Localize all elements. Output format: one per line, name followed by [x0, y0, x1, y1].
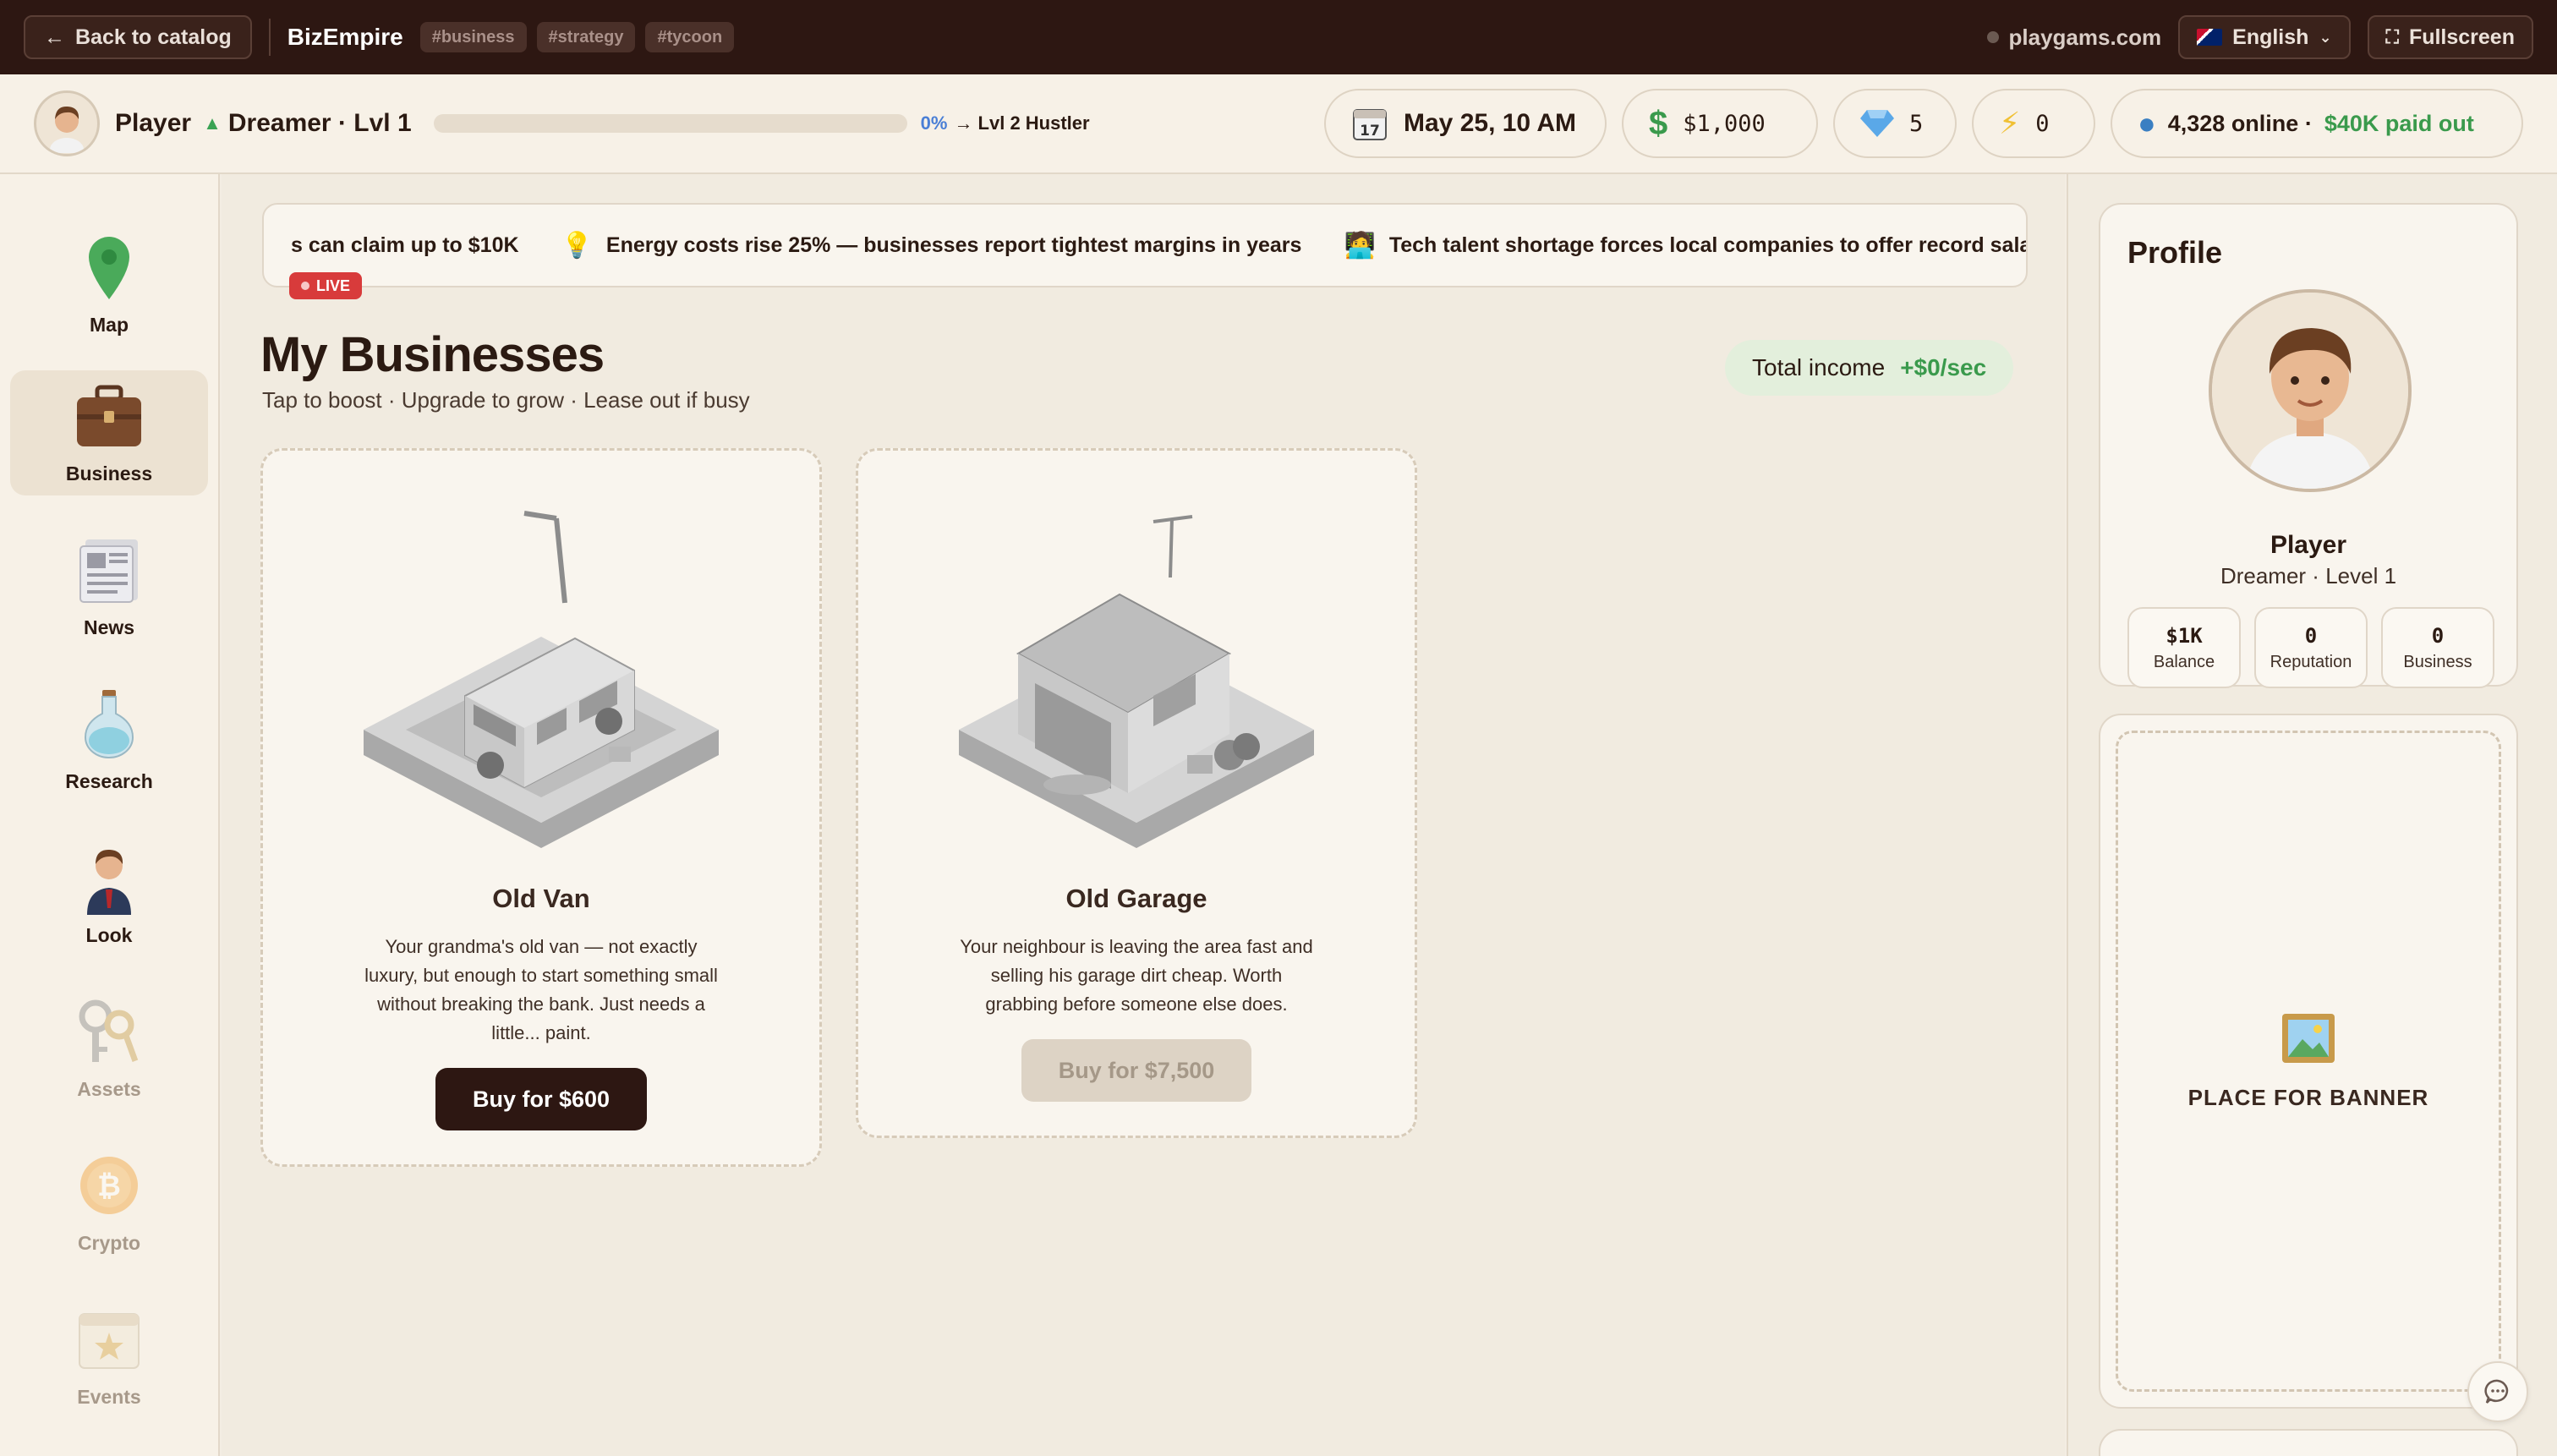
live-dot-icon	[301, 282, 309, 290]
diamond-icon	[1860, 110, 1894, 137]
ticker-item: 🧑‍💻 Tech talent shortage forces local co…	[1344, 231, 2028, 260]
ticker-item: 💡 Energy costs rise 25% — businesses rep…	[561, 231, 1302, 260]
profile-title: Profile	[2127, 235, 2223, 270]
calendar-star-icon	[71, 1301, 147, 1377]
news-ticker[interactable]: s can claim up to $10K 💡 Energy costs ri…	[262, 203, 2028, 287]
card-description: Your neighbour is leaving the area fast …	[960, 936, 1313, 1015]
profile-card: Profile Player Dreamer · Level 1 $1K Bal…	[2099, 203, 2518, 688]
flask-icon	[71, 686, 147, 762]
stat-reputation: 0 Reputation	[2254, 607, 2368, 688]
framed-picture-icon	[2282, 1013, 2335, 1063]
money-pill[interactable]: $ $1,000	[1622, 89, 1818, 158]
chat-button[interactable]	[2467, 1361, 2528, 1422]
globe-icon: ●	[2138, 106, 2156, 140]
stat-balance: $1K Balance	[2127, 607, 2241, 688]
player-rank: Dreamer · Lvl 1	[227, 109, 412, 137]
tag-business[interactable]: #business	[419, 22, 527, 52]
fullscreen-button[interactable]: ⛶ Fullscreen	[2367, 15, 2533, 59]
profile-rank: Dreamer · Level 1	[2220, 563, 2397, 588]
uk-flag-icon	[2197, 29, 2223, 46]
tag-strategy[interactable]: #strategy	[536, 22, 636, 52]
top-bar: ← Back to catalog BizEmpire #business #s…	[0, 0, 2557, 74]
old-garage-illustration	[959, 515, 1314, 848]
card-title: Old Garage	[1065, 884, 1207, 913]
language-select[interactable]: English ⌄	[2178, 15, 2351, 59]
page-title: My Businesses	[260, 327, 605, 382]
player-bar: Player ▲ Dreamer · Lvl 1 0% → Lvl 2 Hust…	[0, 74, 2557, 174]
player-avatar-icon	[37, 94, 96, 153]
briefcase-icon	[71, 378, 147, 454]
status-dot-icon	[1986, 31, 1999, 43]
svg-text:₿: ₿	[97, 1169, 121, 1203]
total-income-badge: Total income +$0/sec	[1725, 340, 2014, 396]
lightbulb-icon: 💡	[561, 231, 593, 260]
profile-name: Player	[2270, 531, 2347, 559]
arrow-left-icon: ←	[44, 25, 65, 49]
fullscreen-icon: ⛶	[2385, 26, 2399, 47]
player-name: Player	[115, 109, 192, 137]
avatar[interactable]	[2209, 289, 2412, 492]
page-subtitle: Tap to boost · Upgrade to grow · Lease o…	[262, 387, 750, 413]
calendar-icon: 17	[1353, 109, 1387, 140]
old-van-illustration	[364, 511, 719, 848]
energy-pill[interactable]: ⚡ 0	[1972, 89, 2095, 158]
main-content: s can claim up to $10K 💡 Energy costs ri…	[222, 174, 2065, 1456]
technologist-icon: 🧑‍💻	[1344, 231, 1376, 260]
calendar-day: 17	[1360, 123, 1380, 140]
sidebar-item-crypto[interactable]: ₿ Crypto	[10, 1140, 208, 1265]
xp-next-level: → Lvl 2 Hustler	[954, 112, 1090, 134]
back-to-catalog-button[interactable]: ← Back to catalog	[24, 15, 252, 59]
stat-business: 0 Business	[2381, 607, 2494, 688]
chevron-down-icon: ⌄	[2319, 28, 2332, 46]
sidebar-item-look[interactable]: Look	[10, 832, 208, 957]
sidebar-item-events[interactable]: Events	[10, 1294, 208, 1419]
card-title: Old Van	[492, 884, 590, 913]
sidebar-item-business[interactable]: Business	[10, 370, 208, 495]
date-pill[interactable]: 17 May 25, 10 AM	[1324, 89, 1607, 158]
tag-tycoon[interactable]: #tycoon	[645, 22, 735, 52]
next-card	[2099, 1429, 2518, 1456]
ticker-item: s can claim up to $10K	[291, 233, 519, 257]
live-badge: LIVE	[289, 272, 363, 299]
right-panel: Profile Player Dreamer · Level 1 $1K Bal…	[2067, 174, 2557, 1456]
buy-old-van-button[interactable]: Buy for $600	[435, 1068, 648, 1130]
xp-percent: 0%	[920, 112, 948, 134]
business-card-old-garage[interactable]: Old Garage Your neighbour is leaving the…	[856, 448, 1417, 1138]
chat-bubble-icon	[2484, 1379, 2509, 1404]
card-description: Your grandma's old van — not exactly lux…	[364, 936, 718, 1043]
keys-icon	[71, 993, 147, 1070]
person-icon	[71, 840, 147, 916]
app-title: BizEmpire	[287, 24, 403, 50]
business-card-old-van[interactable]: Old Van Your grandma's old van — not exa…	[260, 448, 822, 1167]
banner-card: PLACE FOR BANNER	[2099, 714, 2518, 1409]
sidebar-item-research[interactable]: Research	[10, 678, 208, 803]
site-link[interactable]: playgams.com	[1986, 25, 2161, 51]
sidebar: Map Business News Research Look Assets ₿	[0, 174, 220, 1456]
avatar[interactable]	[34, 90, 100, 156]
newspaper-icon	[71, 532, 147, 608]
buy-old-garage-button[interactable]: Buy for $7,500	[1021, 1039, 1252, 1102]
triangle-up-icon: ▲	[203, 112, 222, 134]
player-avatar-icon	[2212, 293, 2408, 489]
dollar-icon: $	[1649, 104, 1668, 142]
online-pill[interactable]: ● 4,328 online · $40K paid out	[2111, 89, 2523, 158]
lightning-icon: ⚡	[1999, 106, 2021, 140]
banner-placeholder[interactable]: PLACE FOR BANNER	[2116, 731, 2501, 1392]
bitcoin-icon: ₿	[71, 1147, 147, 1223]
xp-progress-bar	[433, 114, 907, 133]
sidebar-item-assets[interactable]: Assets	[10, 986, 208, 1111]
gems-pill[interactable]: 5	[1833, 89, 1957, 158]
sidebar-item-map[interactable]: Map	[10, 222, 208, 347]
map-pin-icon	[71, 229, 147, 305]
divider	[268, 19, 271, 56]
sidebar-item-news[interactable]: News	[10, 524, 208, 649]
